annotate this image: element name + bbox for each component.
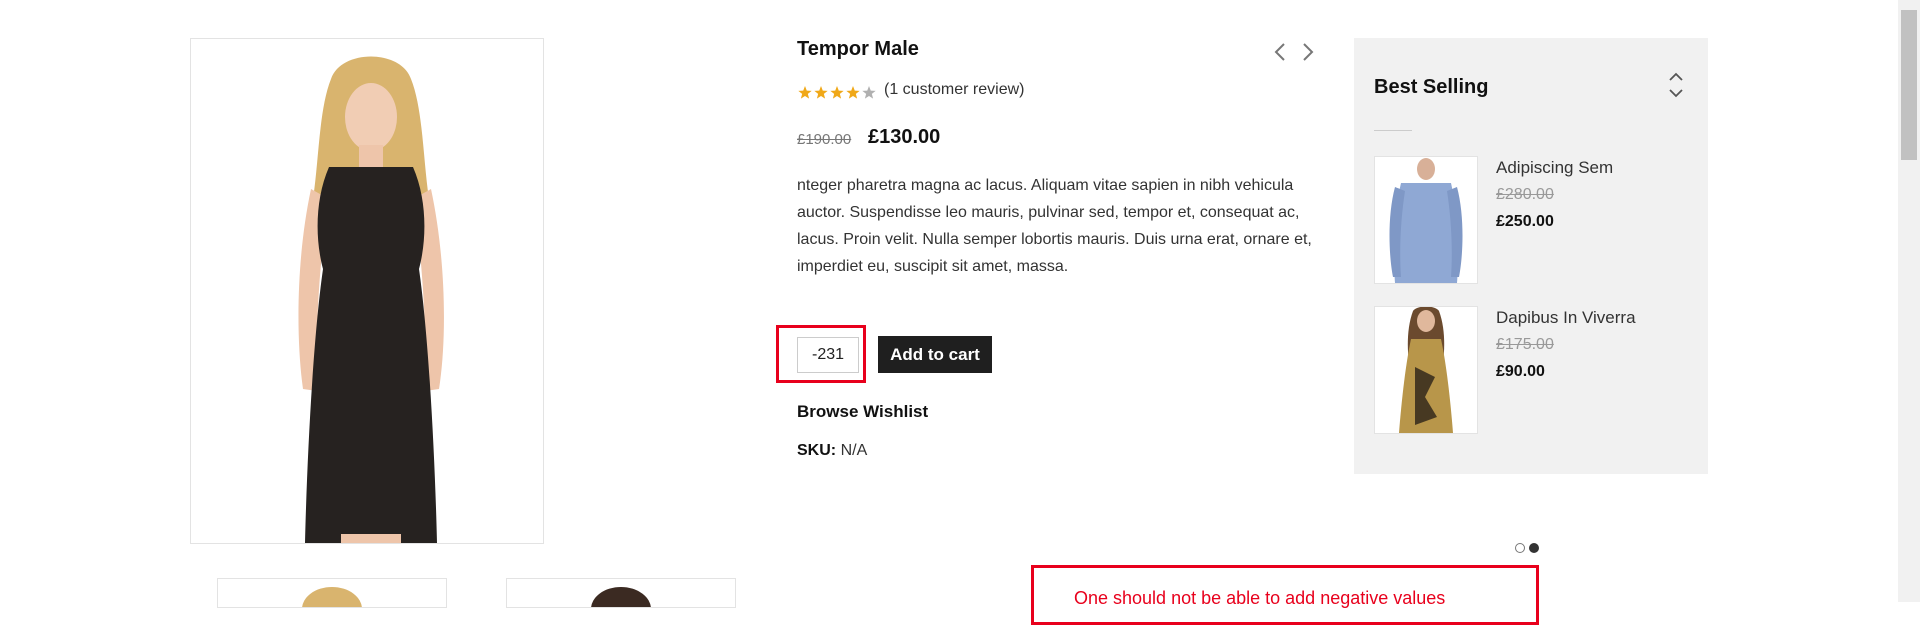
chevron-down-icon[interactable] [1669, 89, 1683, 98]
slider-dot[interactable] [1515, 543, 1525, 553]
best-selling-widget: Best Selling Adipiscing Sem £280.00 £250… [1354, 38, 1708, 474]
add-to-cart-button[interactable]: Add to cart [878, 336, 992, 373]
product-thumbnail[interactable] [1374, 306, 1478, 434]
item-price: £250.00 [1496, 213, 1554, 230]
product-thumbnail[interactable] [506, 578, 736, 608]
sku-label: SKU: [797, 442, 837, 459]
product-thumbnail[interactable] [1374, 156, 1478, 284]
annotation-callout: One should not be able to add negative v… [1031, 565, 1539, 625]
star-icon [798, 86, 812, 99]
chevron-right-icon[interactable] [1303, 43, 1314, 61]
sku-info: SKU: N/A [797, 442, 867, 460]
scrollbar-thumb[interactable] [1901, 10, 1917, 160]
customer-review-link[interactable]: (1 customer review) [884, 81, 1024, 99]
chevron-up-icon[interactable] [1669, 72, 1683, 81]
item-old-price: £280.00 [1496, 186, 1554, 203]
best-selling-title: Best Selling [1374, 76, 1489, 98]
product-title: Tempor Male [797, 38, 919, 60]
item-name[interactable]: Adipiscing Sem [1496, 158, 1613, 178]
star-icon [846, 86, 860, 99]
item-name[interactable]: Dapibus In Viverra [1496, 308, 1636, 328]
item-price: £90.00 [1496, 363, 1545, 380]
page-scrollbar[interactable] [1898, 0, 1920, 602]
browse-wishlist-link[interactable]: Browse Wishlist [797, 402, 928, 422]
product-description: nteger pharetra magna ac lacus. Aliquam … [797, 177, 1312, 275]
star-icon [830, 86, 844, 99]
annotation-text: One should not be able to add negative v… [1074, 588, 1446, 608]
slider-pagination [1515, 540, 1543, 558]
old-price: £190.00 [797, 131, 852, 148]
title-underline [1374, 130, 1412, 131]
chevron-left-icon[interactable] [1274, 43, 1285, 61]
current-price: £130.00 [868, 126, 941, 148]
rating-stars [797, 85, 879, 101]
quantity-input[interactable] [797, 337, 859, 373]
slider-dot-active[interactable] [1529, 543, 1539, 553]
product-thumbnail[interactable] [217, 578, 447, 608]
list-item[interactable]: Dapibus In Viverra £175.00 £90.00 [1374, 306, 1694, 436]
item-old-price: £175.00 [1496, 336, 1554, 353]
star-icon [862, 86, 876, 99]
product-navigation [1270, 40, 1318, 64]
product-main-image[interactable] [190, 38, 544, 544]
list-item[interactable]: Adipiscing Sem £280.00 £250.00 [1374, 156, 1694, 286]
sku-value: N/A [840, 442, 868, 459]
star-icon [814, 86, 828, 99]
best-selling-nav [1666, 66, 1686, 106]
